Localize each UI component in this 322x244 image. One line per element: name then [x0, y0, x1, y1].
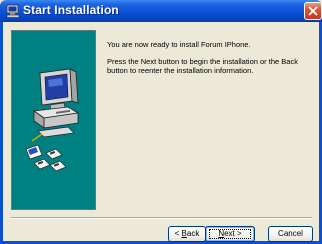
back-button[interactable]: < Back	[168, 226, 206, 242]
instructions-line-2: button to reenter the installation infor…	[107, 66, 254, 75]
computer-icon	[5, 3, 21, 19]
window-title: Start Installation	[23, 3, 119, 17]
close-icon	[308, 6, 318, 16]
instructions-line-1: Press the Next button to begin the insta…	[107, 57, 298, 66]
installer-window: Start Installation You are now ready to …	[0, 0, 322, 244]
ready-message: You are now ready to install Forum IPhon…	[107, 40, 251, 49]
back-button-rest: ack	[186, 229, 200, 238]
cancel-button[interactable]: Cancel	[268, 226, 313, 242]
window-frame-left	[0, 22, 3, 244]
next-button[interactable]: Next >	[205, 226, 255, 242]
back-button-prefix: <	[174, 229, 182, 238]
title-bar[interactable]: Start Installation	[0, 0, 322, 22]
close-button[interactable]	[304, 2, 322, 20]
computer-installation-illustration	[25, 68, 80, 172]
sidebar-panel	[11, 30, 96, 210]
focus-rectangle	[209, 229, 251, 239]
separator-highlight	[11, 218, 312, 219]
